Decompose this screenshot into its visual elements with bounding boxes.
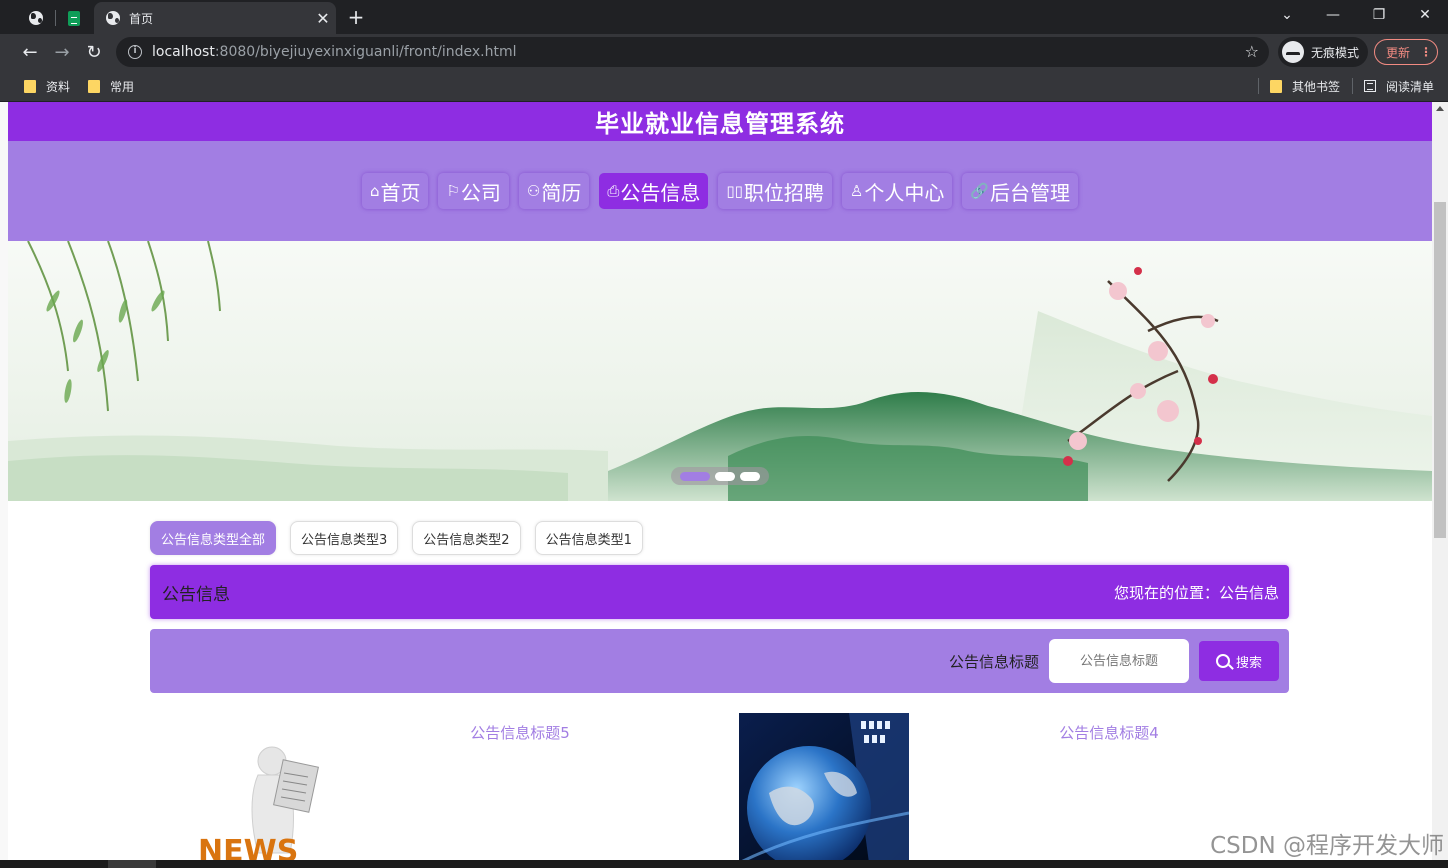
bookmarks-divider <box>1352 78 1353 94</box>
newspaper-reader-image: NEWS <box>150 713 320 860</box>
tab-title: 首页 <box>129 11 154 26</box>
browser-tab-strip: 首页 ✕ + ⌄ — ❐ ✕ <box>0 0 1448 34</box>
reading-list[interactable]: 阅读清单 <box>1364 76 1434 96</box>
update-label: 更新 <box>1386 45 1411 60</box>
url-text[interactable]: localhost:8080/biyejiuyexinxiguanli/fron… <box>152 44 516 60</box>
search-bar: 公告信息标题 搜索 <box>150 629 1289 693</box>
site-header: 毕业就业信息管理系统 <box>8 102 1432 141</box>
incognito-icon <box>1282 41 1304 63</box>
restore-button[interactable]: ❐ <box>1356 0 1402 30</box>
type-filter-group: 公告信息类型全部 公告信息类型3 公告信息类型2 公告信息类型1 <box>150 521 643 555</box>
notice-card[interactable]: 公告信息标题4 <box>739 713 1279 860</box>
folder-icon <box>88 79 100 93</box>
notice-title[interactable]: 公告信息标题4 <box>999 722 1219 743</box>
globe-icon <box>29 11 43 25</box>
page-left-gutter <box>0 102 8 860</box>
active-tab[interactable]: 首页 ✕ <box>94 2 336 34</box>
minimize-button[interactable]: — <box>1310 0 1356 30</box>
banner-carousel[interactable] <box>8 241 1432 501</box>
user-icon: ♙ <box>849 182 864 200</box>
back-arrow-icon[interactable]: ← <box>17 39 43 65</box>
filter-all[interactable]: 公告信息类型全部 <box>150 521 277 555</box>
browser-toolbar: ← → ↻ i localhost:8080/biyejiuyexinxigua… <box>0 34 1448 70</box>
notice-thumbnail[interactable] <box>739 713 909 860</box>
other-bookmarks[interactable]: 其他书签 <box>1270 76 1340 96</box>
link-icon: 🔗 <box>970 182 990 200</box>
nav-jobs[interactable]: ▯▯ 职位招聘 <box>718 173 832 209</box>
globe-broadcast-image <box>739 713 909 860</box>
search-button[interactable]: 搜索 <box>1199 641 1279 681</box>
search-label: 公告信息标题 <box>948 652 1039 671</box>
notice-card[interactable]: NEWS 公告信息标题5 <box>150 713 690 860</box>
page-viewport: 毕业就业信息管理系统 ⌂ 首页 ⚐ 公司 ⚇ 简历 ⎙ 公告信息 ▯▯ 职位招聘 ♙ 个人中… <box>8 102 1432 860</box>
flag-icon: ⚐ <box>446 182 460 200</box>
page-scrollbar[interactable] <box>1432 102 1448 860</box>
bookmarks-bar: 资料 常用 其他书签 阅读清单 <box>0 70 1448 102</box>
filter-type-2[interactable]: 公告信息类型2 <box>412 521 521 555</box>
columns-icon: ▯▯ <box>726 182 743 200</box>
incognito-label: 无痕模式 <box>1311 45 1360 60</box>
main-nav: ⌂ 首页 ⚐ 公司 ⚇ 简历 ⎙ 公告信息 ▯▯ 职位招聘 ♙ 个人中心 🔗 后台管理 <box>8 141 1432 241</box>
search-icon <box>1215 654 1230 668</box>
palette-icon: ⚇ <box>526 182 541 200</box>
scroll-up-arrow-icon[interactable] <box>1436 106 1444 111</box>
watermark: CSDN @程序开发大师 <box>1210 833 1444 859</box>
svg-text:NEWS: NEWS <box>198 834 298 860</box>
address-bar[interactable]: i localhost:8080/biyejiuyexinxiguanli/fr… <box>116 37 1269 67</box>
close-tab-icon[interactable]: ✕ <box>310 9 336 28</box>
update-button[interactable]: 更新 ⋮ <box>1374 39 1438 65</box>
carousel-indicators <box>671 467 769 485</box>
nav-company[interactable]: ⚐ 公司 <box>438 173 509 209</box>
carousel-dot-1[interactable] <box>680 471 710 481</box>
bookmarks-divider <box>1258 78 1259 94</box>
sheets-icon <box>68 10 80 26</box>
bookmark-star-icon[interactable]: ☆ <box>1245 42 1259 61</box>
nav-resume[interactable]: ⚇ 简历 <box>518 173 590 209</box>
home-icon: ⌂ <box>369 182 380 200</box>
notice-title[interactable]: 公告信息标题5 <box>410 722 630 743</box>
globe-icon <box>106 11 120 25</box>
search-input[interactable] <box>1049 639 1189 683</box>
nav-profile[interactable]: ♙ 个人中心 <box>841 173 953 209</box>
nav-announcements[interactable]: ⎙ 公告信息 <box>599 173 709 209</box>
breadcrumb: 您现在的位置：公告信息 <box>1113 583 1279 602</box>
os-taskbar <box>0 860 1448 868</box>
bookmark-folder-changyong[interactable]: 常用 <box>88 76 134 96</box>
sheets-tab[interactable] <box>56 4 92 32</box>
folder-icon <box>24 79 36 93</box>
filter-type-3[interactable]: 公告信息类型3 <box>290 521 399 555</box>
nav-admin[interactable]: 🔗 后台管理 <box>962 173 1079 209</box>
close-window-button[interactable]: ✕ <box>1402 0 1448 30</box>
incognito-indicator[interactable]: 无痕模式 <box>1278 37 1368 67</box>
pinned-tab[interactable] <box>18 4 54 32</box>
site-title: 毕业就业信息管理系统 <box>595 110 845 138</box>
scroll-thumb[interactable] <box>1434 202 1446 538</box>
reload-icon[interactable]: ↻ <box>81 39 107 65</box>
notice-thumbnail[interactable]: NEWS <box>150 713 320 860</box>
folder-icon <box>1270 79 1282 93</box>
more-menu-icon[interactable]: ⋮ <box>1420 45 1432 59</box>
tab-search-icon[interactable]: ⌄ <box>1264 0 1310 30</box>
reading-list-icon <box>1364 80 1376 92</box>
site-info-icon[interactable]: i <box>128 45 142 59</box>
forward-arrow-icon[interactable]: → <box>49 39 75 65</box>
carousel-dot-3[interactable] <box>740 471 760 481</box>
location-bar: 公告信息 您现在的位置：公告信息 <box>150 565 1289 619</box>
landscape-painting <box>8 241 1432 501</box>
taskbar-item[interactable] <box>108 860 156 868</box>
printer-icon: ⎙ <box>607 182 620 200</box>
bookmark-folder-ziliao[interactable]: 资料 <box>24 76 70 96</box>
new-tab-button[interactable]: + <box>344 4 368 30</box>
section-title: 公告信息 <box>162 584 230 605</box>
filter-type-1[interactable]: 公告信息类型1 <box>534 521 643 555</box>
nav-home[interactable]: ⌂ 首页 <box>361 173 429 209</box>
carousel-dot-2[interactable] <box>715 471 735 481</box>
